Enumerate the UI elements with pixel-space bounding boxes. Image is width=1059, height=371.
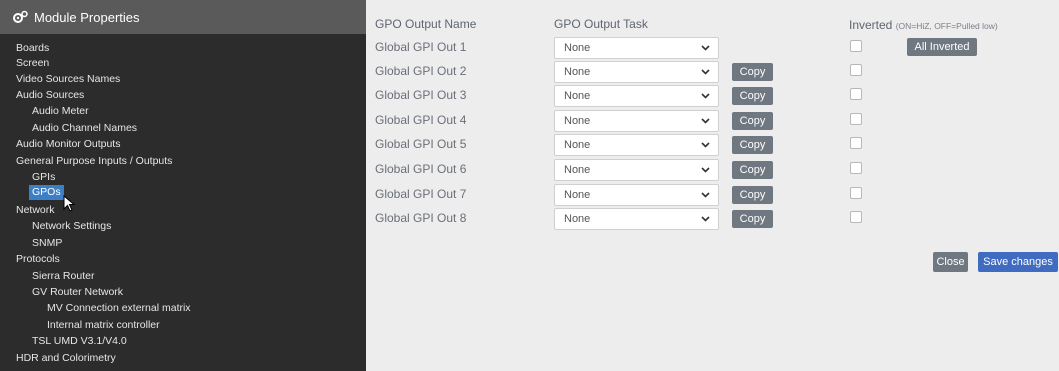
sidebar-item-snmp[interactable]: SNMP	[32, 235, 62, 251]
chevron-down-icon	[701, 142, 710, 148]
mouse-cursor-icon	[63, 195, 76, 212]
chevron-down-icon	[701, 167, 710, 173]
sidebar-item-gpis[interactable]: GPIs	[32, 169, 55, 185]
gpo-task-select[interactable]: None	[554, 184, 719, 206]
gpo-output-name: Global GPI Out 3	[375, 88, 467, 102]
chevron-down-icon	[701, 192, 710, 198]
main-panel: GPO Output Name GPO Output Task Inverted…	[366, 0, 1059, 371]
save-changes-button[interactable]: Save changes	[978, 252, 1058, 272]
sidebar-item-gpos[interactable]: GPOs	[29, 185, 64, 200]
sidebar-item-protocols[interactable]: Protocols	[16, 251, 60, 267]
sidebar-item-video-sources-names[interactable]: Video Sources Names	[16, 71, 120, 87]
copy-button[interactable]: Copy	[732, 136, 773, 154]
inverted-checkbox[interactable]	[850, 40, 862, 52]
gpo-task-value: None	[564, 90, 591, 102]
gpo-task-value: None	[564, 42, 591, 54]
chevron-down-icon	[701, 216, 710, 222]
sidebar-item-audio-monitor-outputs[interactable]: Audio Monitor Outputs	[16, 136, 120, 152]
gpo-task-value: None	[564, 115, 591, 127]
sidebar-item-audio-sources[interactable]: Audio Sources	[16, 87, 84, 103]
sidebar-item-gv-router-network[interactable]: GV Router Network	[32, 284, 123, 300]
sidebar-item-boards[interactable]: Boards	[16, 40, 49, 56]
sidebar-header: Module Properties	[0, 0, 366, 34]
col-header-inverted: Inverted (ON=HiZ, OFF=Pulled low)	[849, 18, 998, 32]
gpo-task-value: None	[564, 139, 591, 151]
gpo-task-value: None	[564, 66, 591, 78]
gpo-output-name: Global GPI Out 7	[375, 187, 467, 201]
gpo-output-name: Global GPI Out 2	[375, 64, 467, 78]
sidebar-title: Module Properties	[34, 9, 140, 25]
gpo-task-select[interactable]: None	[554, 85, 719, 107]
gpo-task-select[interactable]: None	[554, 61, 719, 83]
inverted-checkbox[interactable]	[850, 64, 862, 76]
sidebar: Module Properties Boards Screen Video Sour…	[0, 0, 366, 371]
inverted-checkbox[interactable]	[850, 113, 862, 125]
copy-button[interactable]: Copy	[732, 161, 773, 179]
gpo-output-name: Global GPI Out 6	[375, 162, 467, 176]
gpo-output-name: Global GPI Out 8	[375, 211, 467, 225]
gpo-output-name: Global GPI Out 1	[375, 40, 467, 54]
sidebar-item-screen[interactable]: Screen	[16, 55, 49, 71]
sidebar-item-sierra-router[interactable]: Sierra Router	[32, 268, 94, 284]
all-inverted-button[interactable]: All Inverted	[907, 38, 977, 56]
inverted-checkbox[interactable]	[850, 162, 862, 174]
gpo-output-name: Global GPI Out 5	[375, 137, 467, 151]
gpo-task-select[interactable]: None	[554, 159, 719, 181]
inverted-checkbox[interactable]	[850, 187, 862, 199]
sidebar-item-network-settings[interactable]: Network Settings	[32, 218, 111, 234]
copy-button[interactable]: Copy	[732, 112, 773, 130]
inverted-checkbox[interactable]	[850, 137, 862, 149]
gears-icon	[12, 10, 28, 24]
close-button[interactable]: Close	[933, 252, 968, 272]
copy-button[interactable]: Copy	[732, 87, 773, 105]
col-header-task: GPO Output Task	[554, 17, 648, 31]
sidebar-item-audio-meter[interactable]: Audio Meter	[32, 103, 89, 119]
copy-button[interactable]: Copy	[732, 210, 773, 228]
gpo-task-select[interactable]: None	[554, 208, 719, 230]
inverted-checkbox[interactable]	[850, 88, 862, 100]
chevron-down-icon	[701, 93, 710, 99]
sidebar-item-network[interactable]: Network	[16, 202, 55, 218]
gpo-task-select[interactable]: None	[554, 134, 719, 156]
chevron-down-icon	[701, 69, 710, 75]
chevron-down-icon	[701, 45, 710, 51]
copy-button[interactable]: Copy	[732, 186, 773, 204]
sidebar-item-mv-connection-external-matrix[interactable]: MV Connection external matrix	[47, 300, 191, 316]
inverted-checkbox[interactable]	[850, 211, 862, 223]
gpo-output-name: Global GPI Out 4	[375, 113, 467, 127]
sidebar-item-tsl-umd-v3-1-v4-0[interactable]: TSL UMD V3.1/V4.0	[32, 333, 127, 349]
gpo-task-value: None	[564, 213, 591, 225]
col-header-name: GPO Output Name	[375, 17, 477, 31]
inverted-note: (ON=HiZ, OFF=Pulled low)	[895, 21, 998, 31]
sidebar-item-internal-matrix-controller[interactable]: Internal matrix controller	[47, 317, 160, 333]
copy-button[interactable]: Copy	[732, 63, 773, 81]
chevron-down-icon	[701, 118, 710, 124]
gpo-task-select[interactable]: None	[554, 110, 719, 132]
gpo-task-value: None	[564, 189, 591, 201]
sidebar-item-audio-channel-names[interactable]: Audio Channel Names	[32, 120, 137, 136]
sidebar-item-general-purpose-inputs-outputs[interactable]: General Purpose Inputs / Outputs	[16, 153, 172, 169]
sidebar-item-hdr-and-colorimetry[interactable]: HDR and Colorimetry	[16, 350, 116, 366]
inverted-label: Inverted	[849, 18, 893, 32]
gpo-task-value: None	[564, 164, 591, 176]
gpo-task-select[interactable]: None	[554, 37, 719, 59]
